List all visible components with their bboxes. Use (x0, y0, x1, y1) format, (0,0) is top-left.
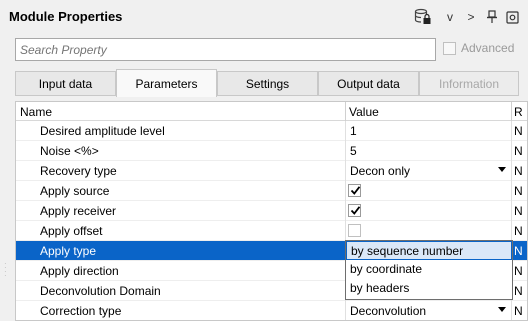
tab-settings[interactable]: Settings (217, 71, 318, 96)
property-value[interactable]: 5 (350, 144, 357, 158)
property-row[interactable]: Apply offset N (16, 221, 527, 241)
property-row[interactable]: Apply source N (16, 181, 527, 201)
property-extra: N (514, 124, 523, 138)
property-row[interactable]: Correction type Deconvolution N (16, 301, 527, 320)
column-divider[interactable] (511, 102, 512, 121)
tab-information: Information (419, 71, 519, 96)
property-extra: N (514, 224, 523, 238)
property-name: Apply direction (40, 264, 119, 278)
tab-label: Output data (337, 76, 400, 91)
property-value-select[interactable]: Decon only (350, 164, 410, 178)
apply-receiver-checkbox[interactable] (348, 204, 361, 217)
checkmark-icon (350, 186, 361, 195)
property-extra: N (514, 304, 523, 318)
property-extra: N (514, 184, 523, 198)
tab-label: Settings (245, 76, 290, 91)
advanced-label: Advanced (461, 41, 515, 55)
property-extra: N (514, 204, 523, 218)
property-name: Desired amplitude level (40, 124, 165, 138)
menu-caret-text: v (447, 10, 453, 24)
column-divider[interactable] (345, 102, 346, 121)
dropdown-option[interactable]: by coordinate (346, 260, 512, 279)
dropdown-arrow-icon[interactable] (498, 167, 506, 172)
property-extra: N (514, 164, 523, 178)
property-value[interactable]: 1 (350, 124, 357, 138)
property-row[interactable]: Desired amplitude level 1 N (16, 121, 527, 141)
tab-bar: Input data Parameters Settings Output da… (15, 69, 519, 97)
checkmark-icon (350, 206, 361, 215)
apply-source-checkbox[interactable] (348, 184, 361, 197)
apply-offset-checkbox[interactable] (348, 224, 361, 237)
advanced-checkbox[interactable] (443, 41, 456, 55)
property-name: Noise <%> (40, 144, 99, 158)
advanced-toggle[interactable]: Advanced (443, 41, 514, 55)
tab-output-data[interactable]: Output data (318, 71, 419, 96)
dropdown-option[interactable]: by headers (346, 279, 512, 298)
dropdown-option[interactable]: by sequence number (346, 241, 512, 260)
menu-caret-icon[interactable]: v (444, 8, 456, 26)
property-extra: N (514, 284, 523, 298)
property-name: Recovery type (40, 164, 117, 178)
property-row[interactable]: Apply receiver N (16, 201, 527, 221)
property-value-select[interactable]: Deconvolution (350, 304, 426, 318)
property-name: Apply type (40, 244, 97, 258)
property-name: Apply receiver (40, 204, 117, 218)
property-name: Apply source (40, 184, 110, 198)
property-name: Deconvolution Domain (40, 284, 161, 298)
panel-title: Module Properties (9, 9, 123, 24)
nav-next-icon[interactable]: > (465, 8, 477, 26)
tab-input-data[interactable]: Input data (15, 71, 116, 96)
tab-label: Information (438, 76, 500, 91)
property-extra: N (514, 264, 523, 278)
dropdown-arrow-icon[interactable] (498, 307, 506, 312)
apply-type-dropdown-list: by sequence number by coordinate by head… (345, 240, 513, 300)
column-header-name[interactable]: Name (20, 105, 52, 119)
grid-header: Name Value R (16, 102, 527, 121)
column-header-extra[interactable]: R (514, 105, 523, 119)
property-name: Correction type (40, 304, 122, 318)
tab-parameters[interactable]: Parameters (116, 69, 217, 97)
settings-icon[interactable] (505, 8, 519, 26)
nav-next-text: > (467, 10, 475, 24)
resize-grip-icon[interactable]: · · · · (4, 260, 7, 280)
column-header-value[interactable]: Value (349, 105, 379, 119)
property-row[interactable]: Noise <%> 5 N (16, 141, 527, 161)
search-property-input[interactable] (15, 38, 436, 61)
property-name: Apply offset (40, 224, 103, 238)
property-extra: N (514, 144, 523, 158)
property-row[interactable]: Recovery type Decon only N (16, 161, 527, 181)
property-extra: N (514, 244, 523, 258)
panel-titlebar: Module Properties v > (0, 0, 528, 34)
database-lock-icon[interactable] (413, 8, 433, 26)
tab-label: Input data (38, 76, 93, 91)
tab-label: Parameters (135, 76, 198, 91)
pin-icon[interactable] (486, 8, 498, 26)
